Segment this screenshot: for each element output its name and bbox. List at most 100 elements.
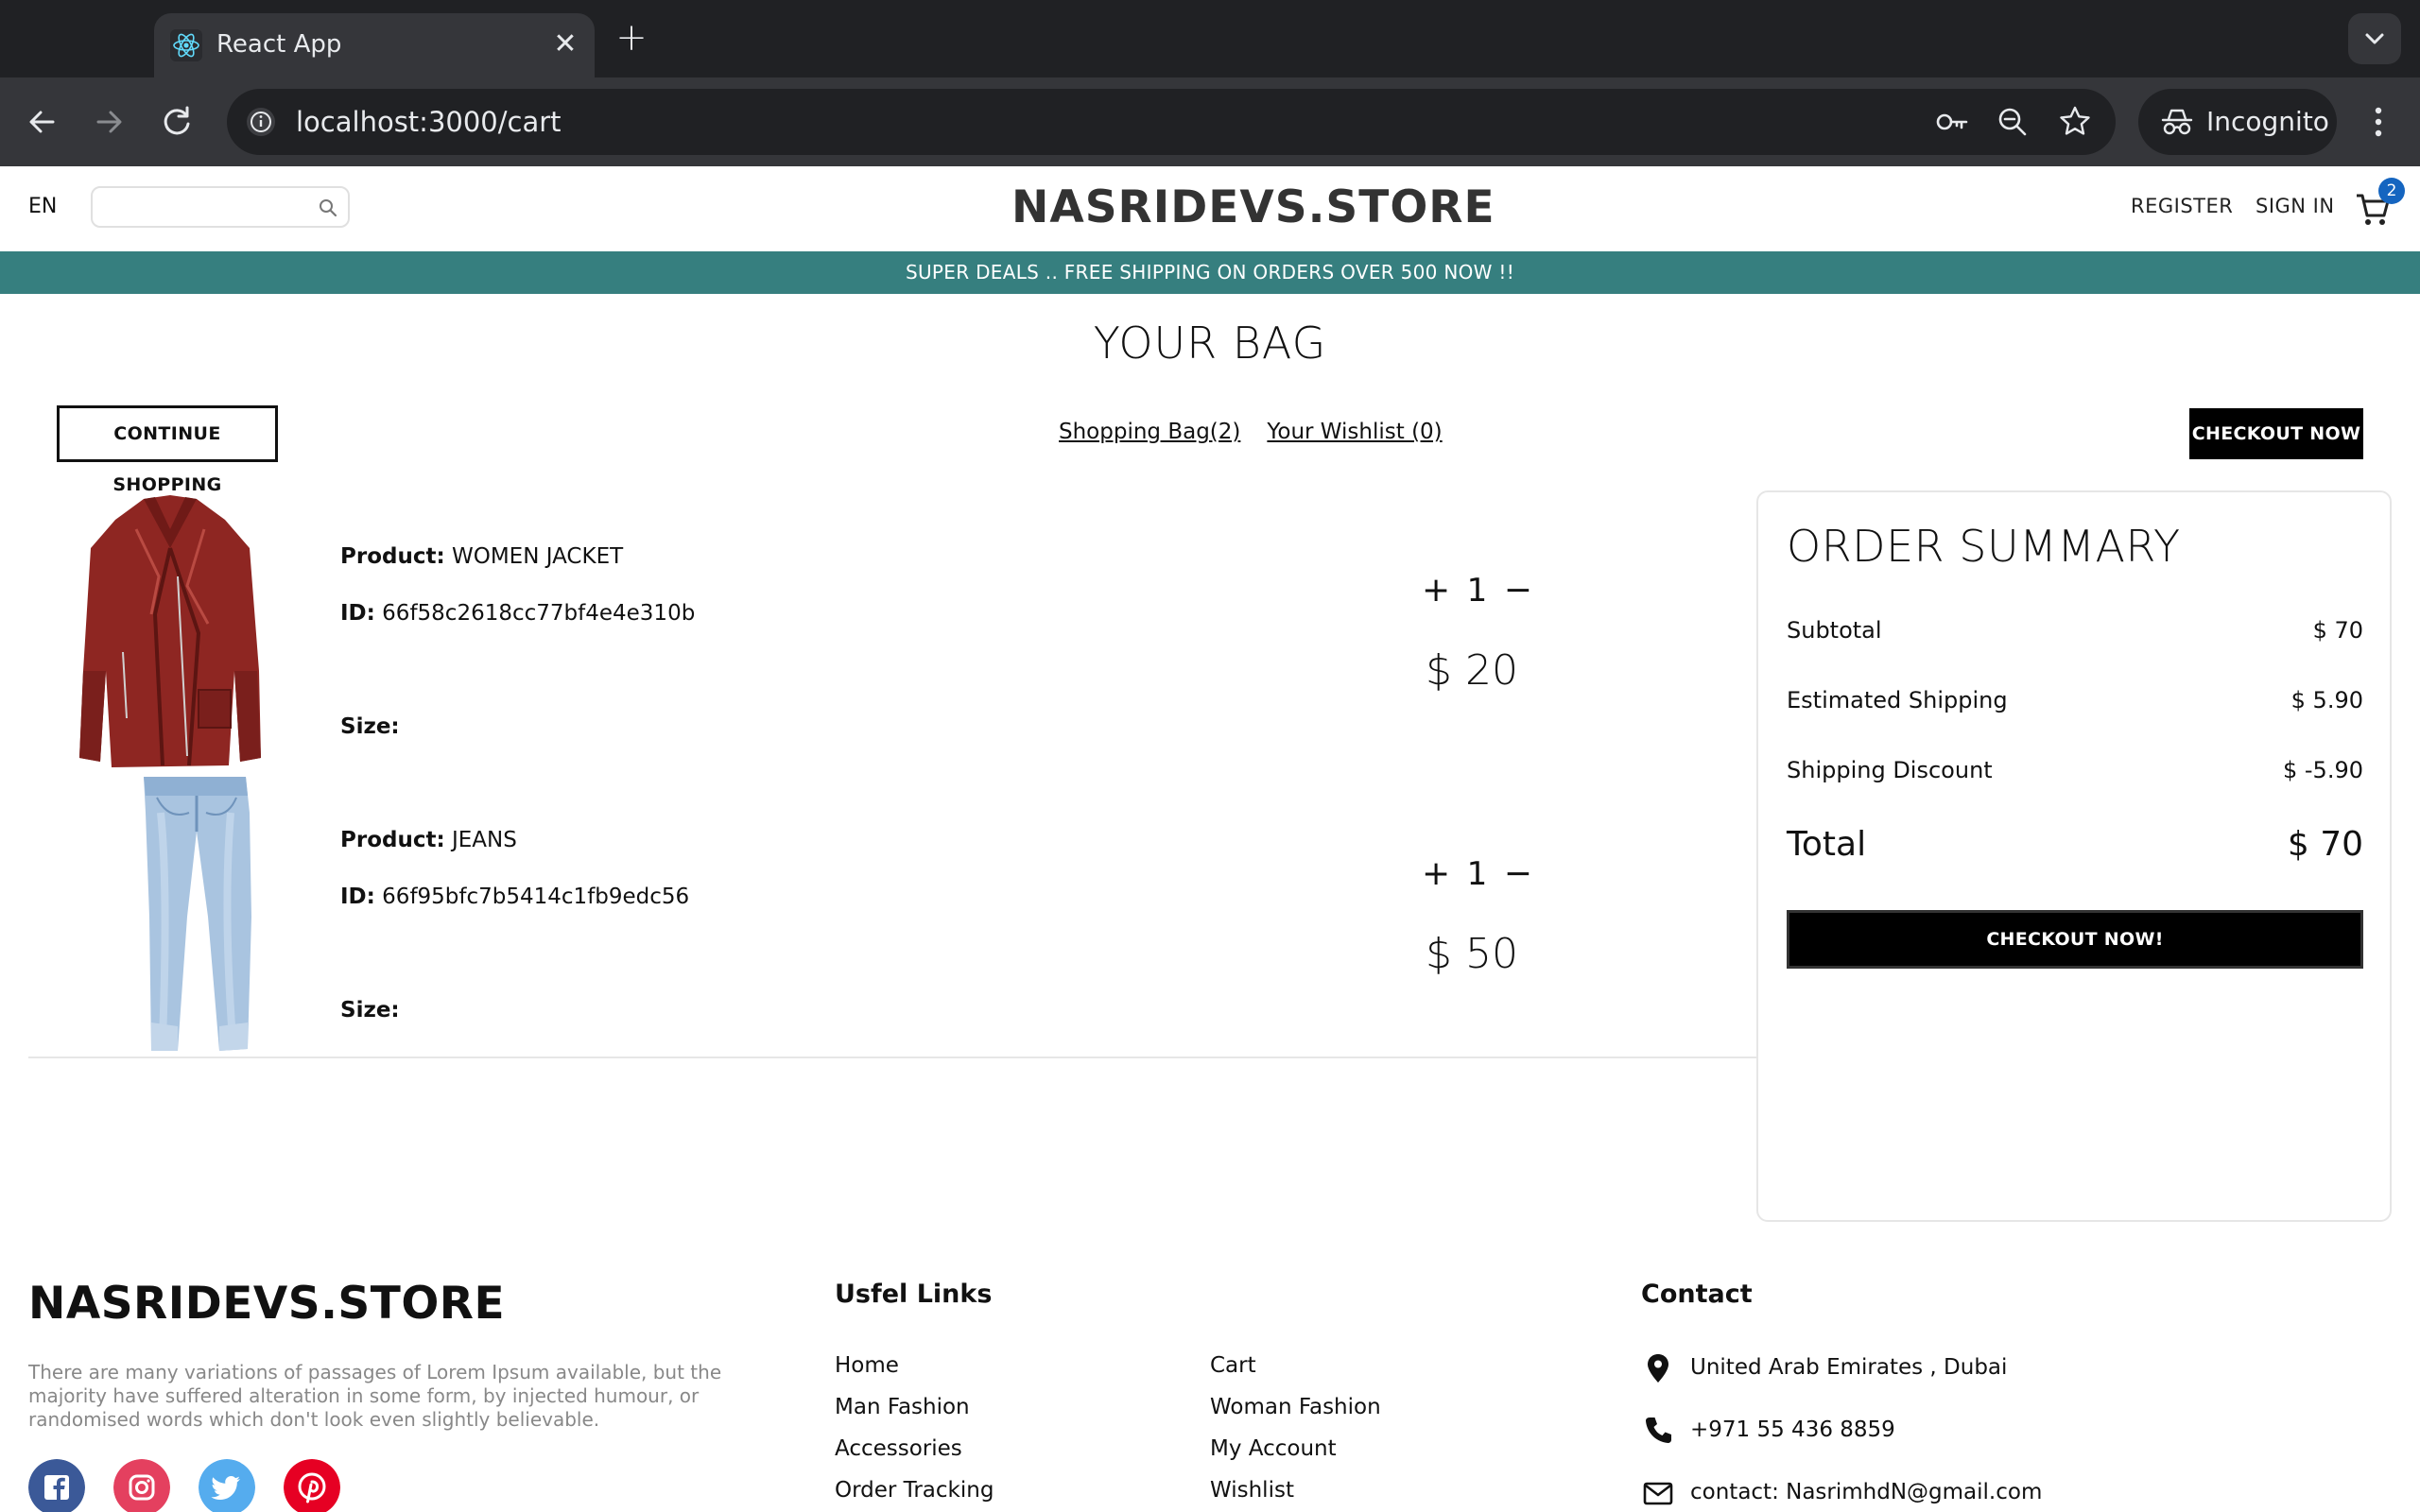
pinterest-icon[interactable] bbox=[284, 1459, 340, 1512]
footer-link-accessories[interactable]: Accessories bbox=[835, 1436, 962, 1461]
site-header: EN NASRIDEVS.STORE REGISTER SIGN IN 2 bbox=[0, 166, 2420, 251]
total-label: Total bbox=[1787, 825, 1867, 864]
product-name-row: Product: JEANS bbox=[340, 828, 517, 852]
footer-link-wishlist[interactable]: Wishlist bbox=[1210, 1478, 1294, 1503]
facebook-icon[interactable] bbox=[28, 1459, 85, 1512]
announcement-bar: SUPER DEALS .. FREE SHIPPING ON ORDERS O… bbox=[0, 251, 2420, 294]
order-summary-title: ORDER SUMMARY bbox=[1787, 521, 2181, 572]
browser-tab-strip: React App ✕ + bbox=[0, 0, 2420, 77]
browser-toolbar: localhost:3000/cart Incognito bbox=[0, 77, 2420, 166]
footer-link-woman-fashion[interactable]: Woman Fashion bbox=[1210, 1395, 1381, 1419]
react-favicon-icon bbox=[170, 29, 202, 61]
tab-search-button[interactable] bbox=[2348, 13, 2401, 64]
incognito-label: Incognito bbox=[2206, 106, 2329, 137]
phone-text[interactable]: +971 55 436 8859 bbox=[1690, 1418, 1895, 1442]
product-image-jeans[interactable] bbox=[57, 775, 284, 1055]
quantity-value: 1 bbox=[1466, 855, 1488, 893]
minus-icon[interactable]: − bbox=[1504, 571, 1532, 610]
address-bar[interactable]: localhost:3000/cart bbox=[227, 89, 2116, 155]
email-icon bbox=[1643, 1482, 1673, 1505]
location-pin-icon bbox=[1648, 1354, 1668, 1383]
summary-checkout-button[interactable]: CHECKOUT NOW! bbox=[1787, 910, 2363, 969]
summary-value: $ -5.90 bbox=[2283, 757, 2363, 783]
product-id-label: ID: bbox=[340, 885, 375, 909]
product-id: 66f58c2618cc77bf4e4e310b bbox=[382, 601, 696, 626]
tab-close-icon[interactable]: ✕ bbox=[547, 26, 583, 62]
plus-icon[interactable]: + bbox=[1422, 571, 1450, 610]
site-info-icon[interactable] bbox=[244, 105, 278, 139]
product-label: Product: bbox=[340, 828, 445, 852]
product-name: WOMEN JACKET bbox=[451, 544, 624, 569]
address-text: United Arab Emirates , Dubai bbox=[1690, 1355, 2008, 1380]
sign-in-link[interactable]: SIGN IN bbox=[2256, 195, 2335, 217]
incognito-profile-button[interactable]: Incognito bbox=[2138, 89, 2337, 155]
contact-heading: Contact bbox=[1641, 1280, 1753, 1309]
shopping-bag-link[interactable]: Shopping Bag(2) bbox=[1059, 420, 1240, 444]
cart-divider bbox=[28, 1057, 1758, 1058]
product-size-row: Size: bbox=[340, 998, 400, 1022]
footer-link-home[interactable]: Home bbox=[835, 1353, 899, 1378]
summary-value: $ 70 bbox=[2312, 617, 2363, 644]
continue-shopping-button[interactable]: CONTINUE SHOPPING bbox=[57, 405, 278, 495]
product-id-row: ID: 66f95bfc7b5414c1fb9edc56 bbox=[340, 885, 689, 909]
footer-logo[interactable]: NASRIDEVS.STORE bbox=[28, 1278, 505, 1330]
product-size-label: Size: bbox=[340, 714, 400, 739]
incognito-icon bbox=[2161, 109, 2193, 135]
language-selector[interactable]: EN bbox=[28, 195, 57, 218]
footer-link-order-tracking[interactable]: Order Tracking bbox=[835, 1478, 994, 1503]
store-logo[interactable]: NASRIDEVS.STORE bbox=[1011, 181, 1495, 233]
summary-label: Estimated Shipping bbox=[1787, 687, 2008, 713]
useful-links-heading: Usfel Links bbox=[835, 1280, 993, 1309]
zoom-icon[interactable] bbox=[1995, 104, 2031, 140]
product-price: $ 50 bbox=[1426, 930, 1518, 978]
password-key-icon[interactable] bbox=[1934, 104, 1970, 140]
order-summary-panel: ORDER SUMMARY Subtotal $ 70 Estimated Sh… bbox=[1756, 490, 2392, 1222]
browser-tab-active[interactable]: React App ✕ bbox=[154, 13, 595, 77]
bag-tabs: Shopping Bag(2) Your Wishlist (0) bbox=[1059, 420, 1469, 444]
quantity-value: 1 bbox=[1466, 572, 1488, 610]
wishlist-link[interactable]: Your Wishlist (0) bbox=[1267, 420, 1442, 444]
summary-label: Subtotal bbox=[1787, 617, 1882, 644]
new-tab-button[interactable]: + bbox=[609, 19, 654, 60]
footer-link-man-fashion[interactable]: Man Fashion bbox=[835, 1395, 970, 1419]
product-id-row: ID: 66f58c2618cc77bf4e4e310b bbox=[340, 601, 695, 626]
product-price: $ 20 bbox=[1426, 646, 1518, 695]
footer-link-cart[interactable]: Cart bbox=[1210, 1353, 1256, 1378]
checkout-now-button[interactable]: CHECKOUT NOW bbox=[2189, 408, 2363, 459]
back-arrow-icon[interactable] bbox=[21, 100, 64, 144]
cart-count-badge: 2 bbox=[2378, 178, 2405, 204]
page-title: YOUR BAG bbox=[1093, 318, 1327, 369]
product-image-jacket[interactable] bbox=[57, 491, 284, 771]
search-input[interactable] bbox=[91, 186, 350, 228]
product-name: JEANS bbox=[451, 828, 517, 852]
product-label: Product: bbox=[340, 544, 445, 569]
bookmark-star-icon[interactable] bbox=[2057, 104, 2093, 140]
url-text: localhost:3000/cart bbox=[296, 106, 562, 138]
reload-icon[interactable] bbox=[155, 100, 199, 144]
product-id: 66f95bfc7b5414c1fb9edc56 bbox=[382, 885, 690, 909]
footer-link-my-account[interactable]: My Account bbox=[1210, 1436, 1337, 1461]
cart-item: Product: WOMEN JACKET ID: 66f58c2618cc77… bbox=[28, 491, 1758, 775]
total-value: $ 70 bbox=[2287, 825, 2363, 864]
search-icon[interactable] bbox=[318, 198, 338, 218]
product-size-label: Size: bbox=[340, 998, 400, 1022]
chevron-down-icon bbox=[2365, 33, 2384, 44]
register-link[interactable]: REGISTER bbox=[2131, 195, 2233, 217]
twitter-icon[interactable] bbox=[199, 1459, 255, 1512]
forward-arrow-icon[interactable] bbox=[87, 100, 130, 144]
phone-icon bbox=[1646, 1418, 1671, 1443]
instagram-icon[interactable] bbox=[113, 1459, 170, 1512]
product-size-row: Size: bbox=[340, 714, 400, 739]
summary-label: Shipping Discount bbox=[1787, 757, 1993, 783]
minus-icon[interactable]: − bbox=[1504, 854, 1532, 893]
email-text[interactable]: contact: NasrimhdN@gmail.com bbox=[1690, 1480, 2042, 1504]
plus-icon[interactable]: + bbox=[1422, 854, 1450, 893]
tab-title: React App bbox=[216, 30, 342, 59]
cart-item: Product: JEANS ID: 66f95bfc7b5414c1fb9ed… bbox=[28, 775, 1758, 1058]
summary-value: $ 5.90 bbox=[2290, 687, 2363, 713]
footer-description: There are many variations of passages of… bbox=[28, 1361, 722, 1431]
product-name-row: Product: WOMEN JACKET bbox=[340, 544, 623, 569]
kebab-menu-icon[interactable] bbox=[2360, 100, 2397, 144]
product-id-label: ID: bbox=[340, 601, 375, 626]
quantity-stepper: + 1 − bbox=[1422, 571, 1532, 610]
